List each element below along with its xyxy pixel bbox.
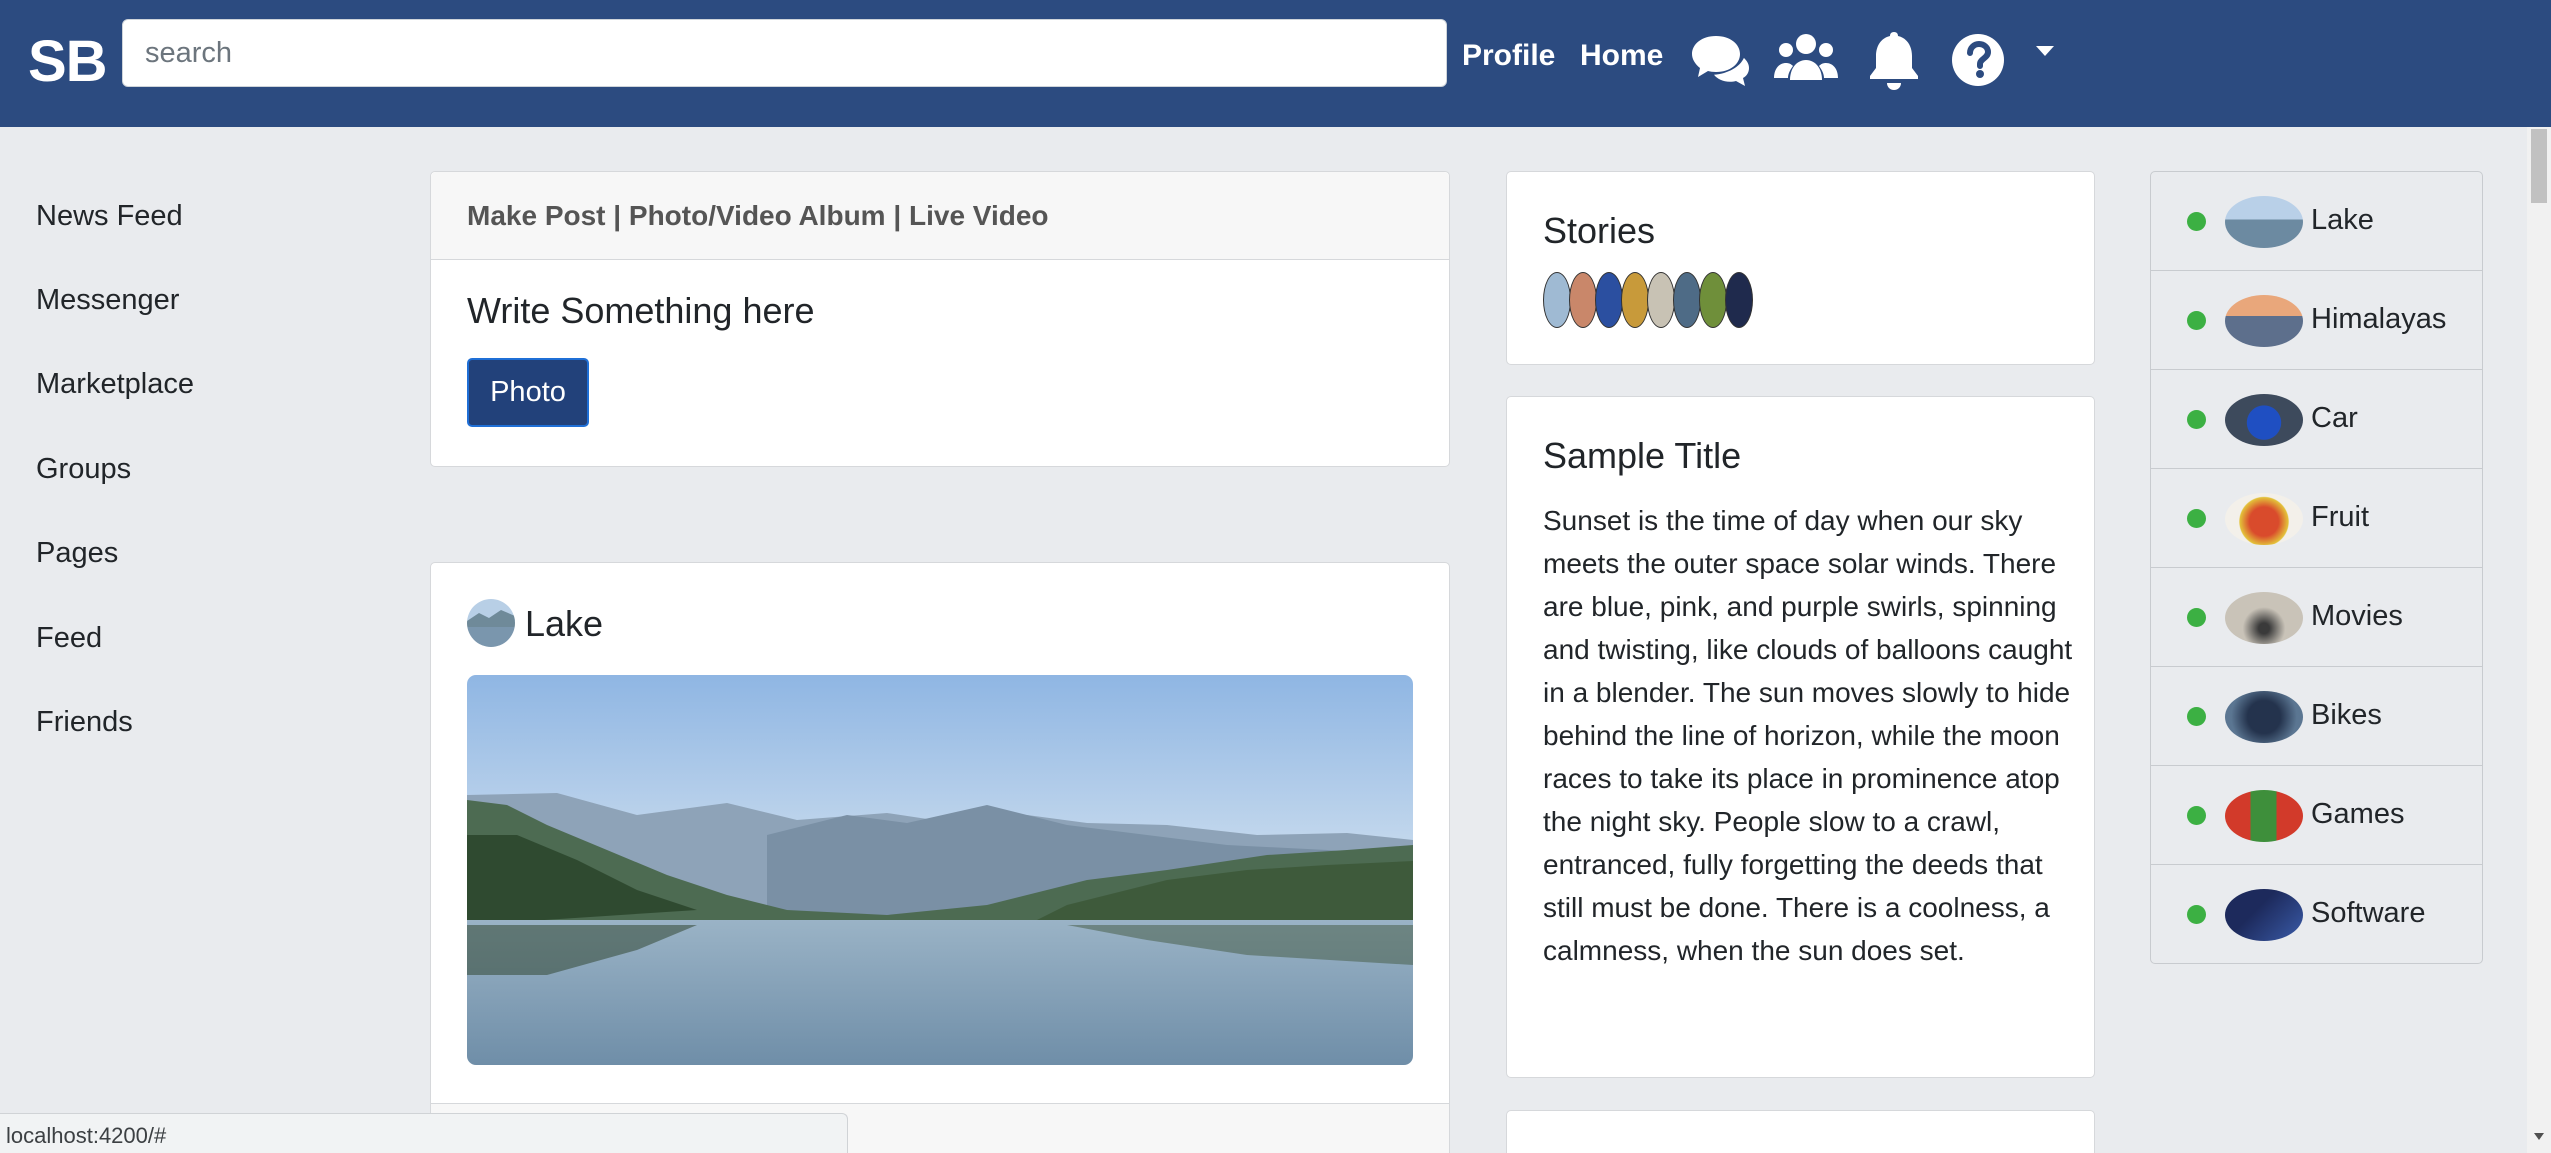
online-indicator xyxy=(2187,707,2206,726)
online-indicator xyxy=(2187,509,2206,528)
story-thumbnail[interactable] xyxy=(1673,272,1701,328)
online-indicator xyxy=(2187,311,2206,330)
list-item-label: Himalayas xyxy=(2311,303,2447,335)
list-item-lake[interactable]: Lake xyxy=(2151,172,2482,271)
list-item-movies[interactable]: Movies xyxy=(2151,568,2482,667)
online-indicator xyxy=(2187,905,2206,924)
shortcuts-list: Lake Himalayas Car Fruit Movies Bikes Ga… xyxy=(2150,171,2483,964)
list-item-label: Fruit xyxy=(2311,501,2369,533)
list-item-label: Car xyxy=(2311,402,2358,434)
sidebar-item-marketplace[interactable]: Marketplace xyxy=(36,368,194,401)
group-icon[interactable] xyxy=(1774,28,1838,92)
nav-link-profile[interactable]: Profile xyxy=(1462,36,1555,76)
composer-header: Make Post | Photo/Video Album | Live Vid… xyxy=(431,172,1449,260)
list-item-car[interactable]: Car xyxy=(2151,370,2482,469)
online-indicator xyxy=(2187,212,2206,231)
list-item-himalayas[interactable]: Himalayas xyxy=(2151,271,2482,370)
top-navbar: SB Profile Home xyxy=(0,0,2551,127)
list-item-software[interactable]: Software xyxy=(2151,865,2482,964)
bikes-avatar xyxy=(2225,691,2303,743)
stories-card: Stories xyxy=(1506,171,2095,365)
lake-avatar xyxy=(2225,196,2303,248)
sidebar-item-pages[interactable]: Pages xyxy=(36,537,118,570)
make-post-link[interactable]: Make Post xyxy=(467,200,606,231)
scrollbar-thumb[interactable] xyxy=(2531,129,2547,203)
sidebar-item-messenger[interactable]: Messenger xyxy=(36,284,179,317)
list-item-games[interactable]: Games xyxy=(2151,766,2482,865)
car-avatar xyxy=(2225,394,2303,446)
composer-links: Make Post | Photo/Video Album | Live Vid… xyxy=(467,200,1049,232)
story-thumbnail[interactable] xyxy=(1725,272,1753,328)
list-item-label: Bikes xyxy=(2311,699,2382,731)
list-item-label: Lake xyxy=(2311,204,2374,236)
photo-video-album-link[interactable]: Photo/Video Album xyxy=(629,200,886,231)
story-thumbnail[interactable] xyxy=(1595,272,1623,328)
list-item-label: Software xyxy=(2311,897,2426,929)
movies-avatar xyxy=(2225,592,2303,644)
list-item-bikes[interactable]: Bikes xyxy=(2151,667,2482,766)
sample-text: Sunset is the time of day when our sky m… xyxy=(1543,505,2073,966)
sidebar-item-feed[interactable]: Feed xyxy=(36,622,102,655)
list-item-fruit[interactable]: Fruit xyxy=(2151,469,2482,568)
scroll-down-arrow-icon[interactable] xyxy=(2534,1133,2544,1140)
composer-card: Make Post | Photo/Video Album | Live Vid… xyxy=(430,171,1450,467)
chat-icon[interactable] xyxy=(1688,28,1752,92)
help-icon[interactable] xyxy=(1946,28,2010,92)
sidebar-item-friends[interactable]: Friends xyxy=(36,706,133,739)
sidebar-item-news-feed[interactable]: News Feed xyxy=(36,200,183,233)
bell-icon[interactable] xyxy=(1862,28,1926,92)
himalayas-avatar xyxy=(2225,295,2303,347)
software-avatar xyxy=(2225,889,2303,941)
story-thumbnail[interactable] xyxy=(1647,272,1675,328)
story-thumbnail[interactable] xyxy=(1543,272,1571,328)
nav-link-home[interactable]: Home xyxy=(1580,36,1663,76)
story-thumbnail[interactable] xyxy=(1621,272,1649,328)
next-card xyxy=(1506,1110,2095,1153)
browser-status-bar: localhost:4200/# xyxy=(0,1113,848,1153)
online-indicator xyxy=(2187,410,2206,429)
post-image[interactable] xyxy=(467,675,1413,1065)
separator: | xyxy=(605,200,629,231)
caret-down-icon[interactable] xyxy=(2036,46,2054,56)
sample-title: Sample Title xyxy=(1543,435,1742,476)
photo-button[interactable]: Photo xyxy=(467,358,589,427)
separator: | xyxy=(885,200,909,231)
post-card: Lake xyxy=(430,562,1450,1153)
story-thumbnail[interactable] xyxy=(1699,272,1727,328)
post-author-name[interactable]: Lake xyxy=(525,603,603,645)
list-item-label: Games xyxy=(2311,798,2405,830)
fruit-avatar xyxy=(2225,493,2303,545)
list-item-label: Movies xyxy=(2311,600,2403,632)
sidebar-item-groups[interactable]: Groups xyxy=(36,453,131,486)
online-indicator xyxy=(2187,806,2206,825)
story-thumbnail[interactable] xyxy=(1569,272,1597,328)
stories-row xyxy=(1543,272,1753,328)
online-indicator xyxy=(2187,608,2206,627)
sample-card: Sample Title Sunset is the time of day w… xyxy=(1506,396,2095,1078)
stories-title: Stories xyxy=(1543,210,1656,251)
live-video-link[interactable]: Live Video xyxy=(909,200,1049,231)
page-scrollbar[interactable] xyxy=(2527,127,2551,1153)
post-author-avatar[interactable] xyxy=(467,599,515,647)
games-avatar xyxy=(2225,790,2303,842)
search-input[interactable] xyxy=(122,19,1447,87)
composer-title: Write Something here xyxy=(467,290,815,331)
brand-logo[interactable]: SB xyxy=(28,30,108,94)
